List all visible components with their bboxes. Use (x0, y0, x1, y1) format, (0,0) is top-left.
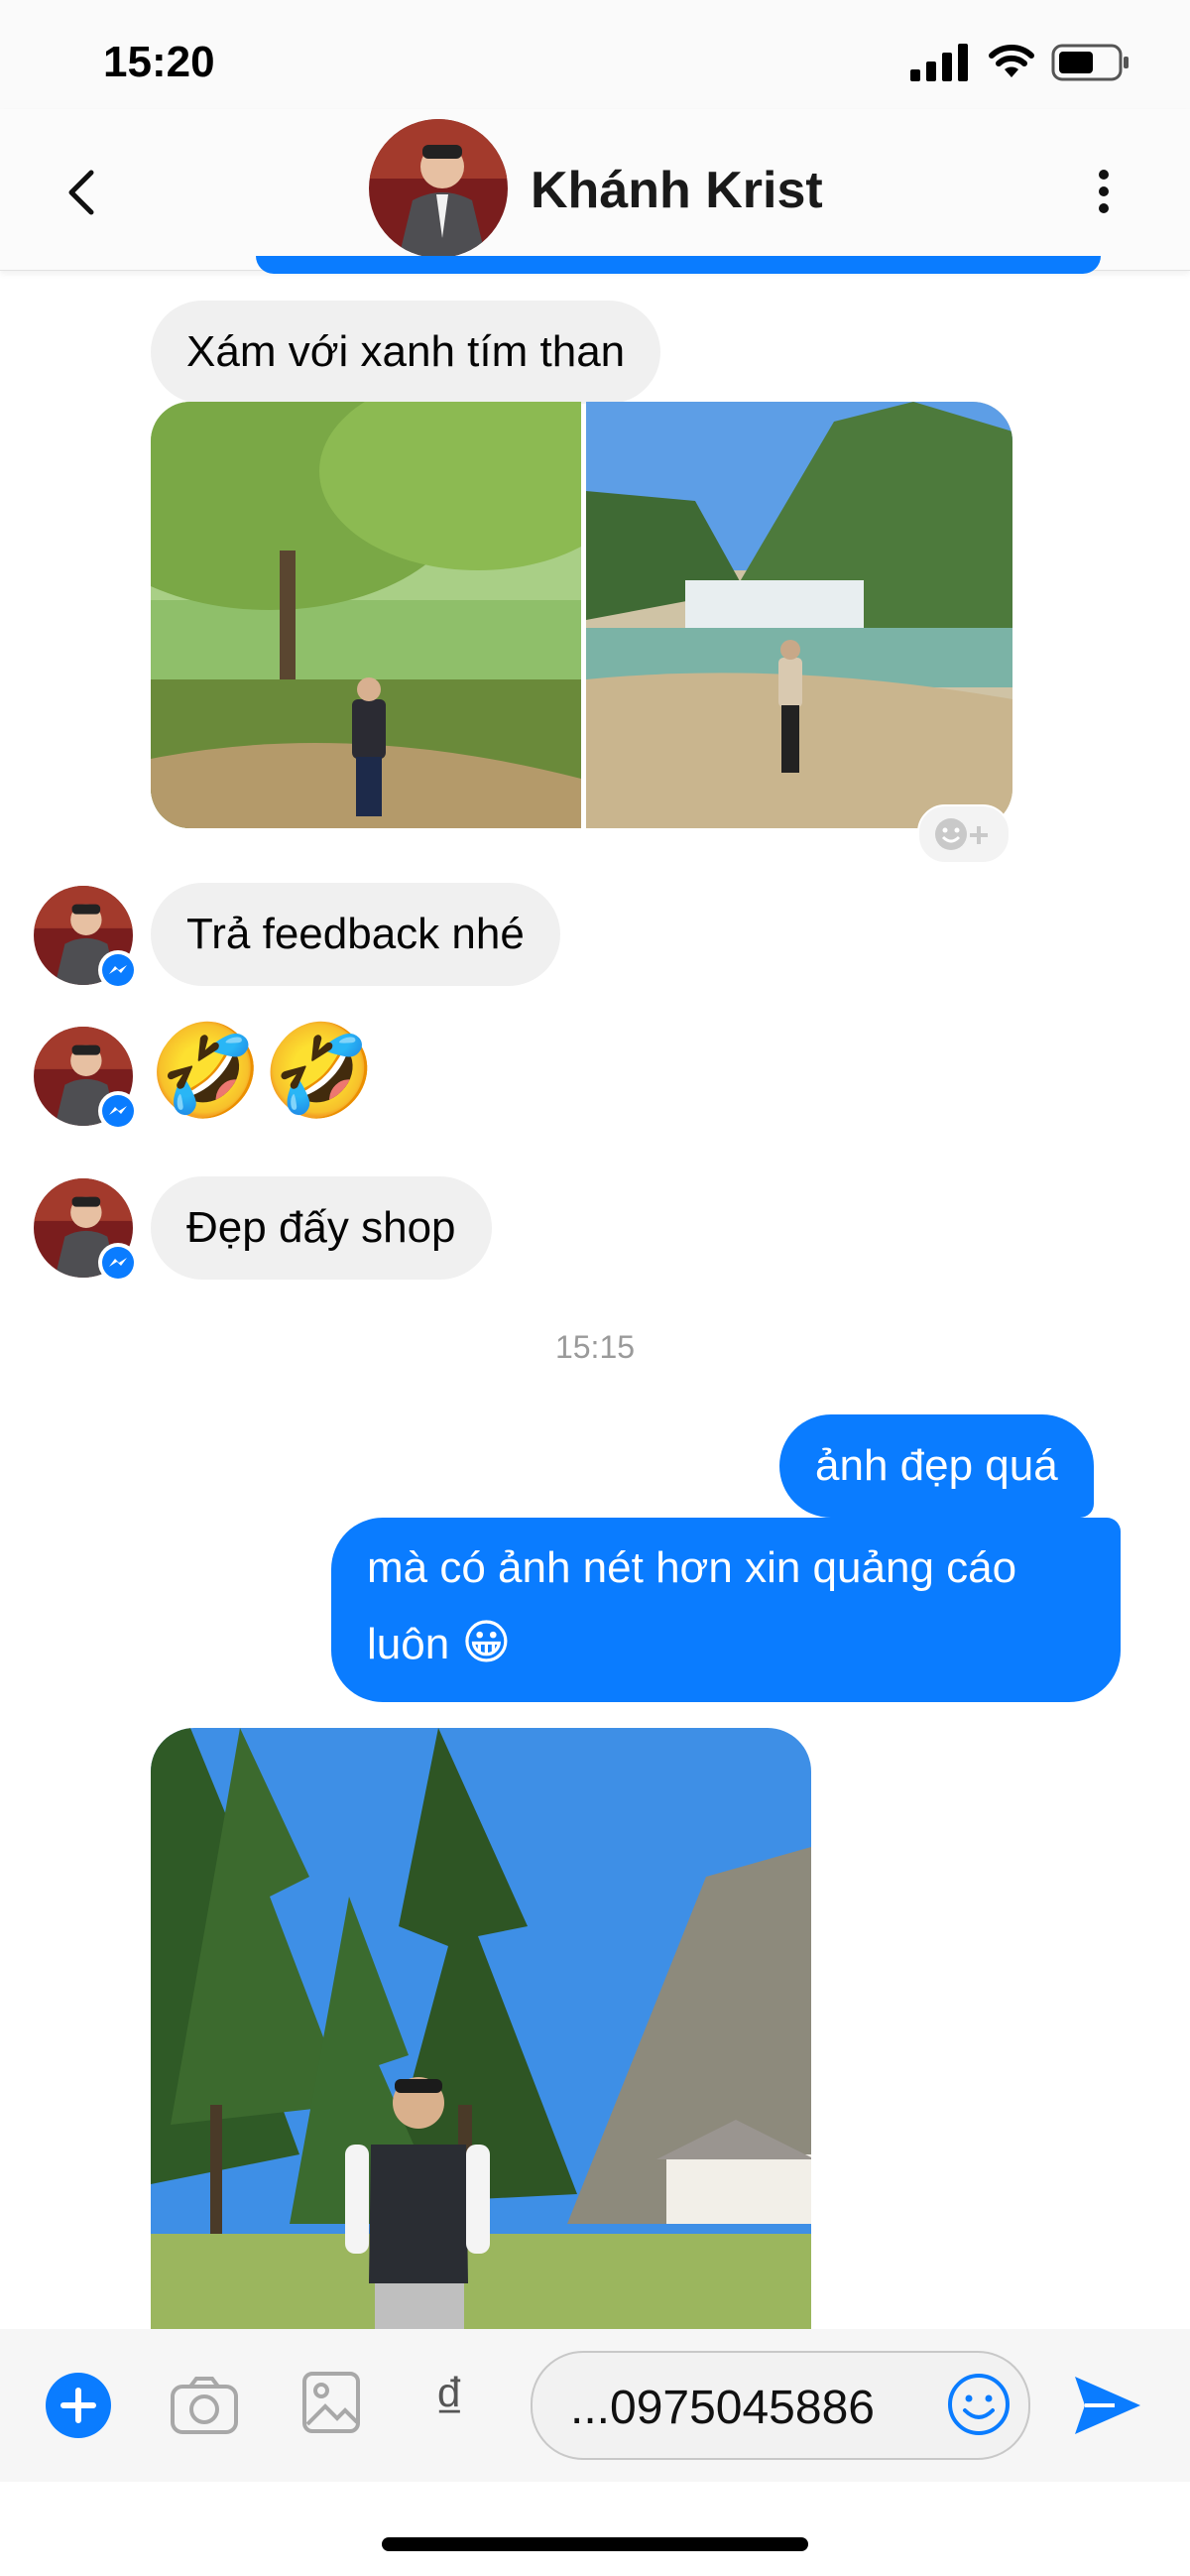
composer-bar: ₫ ...0975045886 (0, 2329, 1190, 2482)
pine-photo-image (151, 1728, 811, 2329)
message-bubble-incoming[interactable]: Đẹp đấy shop (151, 1176, 492, 1280)
plus-icon[interactable] (44, 2371, 113, 2440)
message-input-value: ...0975045886 (570, 2382, 875, 2434)
status-time: 15:20 (103, 38, 215, 86)
waterfall-photo-image (586, 402, 1012, 828)
grin-emoji: 😀 (461, 1617, 512, 1669)
photo-pine-trees[interactable] (151, 1728, 811, 2329)
home-indicator (382, 2537, 808, 2551)
photo-waterfall[interactable] (586, 402, 1012, 828)
message-line-text: luôn (367, 1620, 450, 1668)
contact-name[interactable]: Khánh Krist (531, 161, 823, 220)
photo-park[interactable] (151, 402, 581, 828)
messenger-badge-icon (98, 1091, 138, 1131)
messenger-badge-icon (98, 950, 138, 990)
wifi-icon (989, 45, 1034, 77)
message-line: mà có ảnh nét hơn xin quảng cáo (367, 1543, 1017, 1592)
avatar-photo (369, 119, 508, 258)
previous-message-bubble (256, 256, 1101, 274)
add-reaction-button[interactable] (917, 804, 1011, 864)
message-input[interactable]: ...0975045886 (531, 2351, 1030, 2460)
battery-icon (1051, 44, 1129, 81)
message-bubble-incoming[interactable]: Trả feedback nhé (151, 883, 560, 986)
emoji-icon[interactable] (947, 2373, 1011, 2436)
back-icon[interactable] (61, 167, 101, 218)
contact-avatar[interactable] (369, 119, 508, 258)
chat-header: Khánh Krist (0, 109, 1190, 271)
message-bubble-incoming[interactable]: Xám với xanh tím than (151, 301, 661, 404)
status-bar: 15:20 (0, 0, 1190, 109)
message-line: luôn 😀 (367, 1613, 511, 1675)
add-reaction-icon (935, 818, 988, 850)
park-photo-image (151, 402, 581, 828)
messenger-badge-icon (98, 1243, 138, 1283)
message-bubble-outgoing[interactable]: mà có ảnh nét hơn xin quảng cáo luôn 😀 (331, 1518, 1121, 1702)
message-bubble-outgoing[interactable]: ảnh đẹp quá (779, 1414, 1094, 1518)
more-icon[interactable] (1091, 167, 1117, 216)
gallery-icon[interactable] (301, 2371, 361, 2434)
emoji-message[interactable]: 🤣🤣 (149, 1017, 376, 1126)
signal-icon (910, 44, 968, 81)
camera-icon[interactable] (169, 2375, 240, 2436)
send-icon[interactable] (1071, 2373, 1144, 2438)
message-timestamp: 15:15 (554, 1329, 636, 1365)
payment-icon[interactable]: ₫ (434, 2365, 465, 2433)
